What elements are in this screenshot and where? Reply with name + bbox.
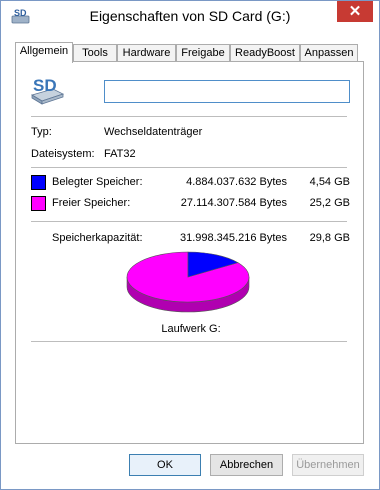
used-space-label: Belegter Speicher: bbox=[52, 176, 143, 188]
tab-readyboost[interactable]: ReadyBoost bbox=[230, 44, 300, 62]
used-space-size: 4,54 GB bbox=[309, 176, 350, 188]
drive-name-field[interactable] bbox=[104, 80, 350, 103]
drive-label: Laufwerk G: bbox=[161, 323, 221, 335]
ok-button[interactable]: OK bbox=[129, 454, 201, 476]
tab-allgemein[interactable]: Allgemein bbox=[15, 42, 73, 63]
filesystem-value: FAT32 bbox=[104, 148, 136, 160]
cancel-button[interactable]: Abbrechen bbox=[210, 454, 283, 476]
apply-button[interactable]: Übernehmen bbox=[292, 454, 364, 476]
title-bar[interactable]: SD Eigenschaften von SD Card (G:) ✕ bbox=[1, 1, 379, 33]
tab-anpassen[interactable]: Anpassen bbox=[300, 44, 358, 62]
capacity-size: 29,8 GB bbox=[309, 232, 350, 244]
separator bbox=[31, 221, 347, 222]
free-space-size: 25,2 GB bbox=[309, 197, 350, 209]
free-space-bytes: 27.114.307.584 Bytes bbox=[180, 197, 287, 209]
used-space-bytes: 4.884.037.632 Bytes bbox=[186, 176, 287, 188]
sd-drive-icon: SD bbox=[31, 76, 65, 105]
free-space-swatch bbox=[31, 196, 46, 211]
type-label: Typ: bbox=[31, 126, 52, 138]
disk-usage-pie bbox=[126, 251, 250, 313]
filesystem-label: Dateisystem: bbox=[31, 148, 95, 160]
properties-window: SD Eigenschaften von SD Card (G:) ✕ Allg… bbox=[0, 0, 380, 490]
close-button[interactable]: ✕ bbox=[337, 1, 373, 22]
separator bbox=[31, 116, 347, 117]
used-space-swatch bbox=[31, 175, 46, 190]
separator bbox=[31, 341, 347, 342]
free-space-label: Freier Speicher: bbox=[52, 197, 131, 209]
capacity-label: Speicherkapazität: bbox=[52, 232, 143, 244]
window-title: Eigenschaften von SD Card (G:) bbox=[89, 8, 291, 24]
separator bbox=[31, 167, 347, 168]
tab-hardware[interactable]: Hardware bbox=[117, 44, 176, 62]
capacity-bytes: 31.998.345.216 Bytes bbox=[179, 232, 287, 244]
tab-freigabe[interactable]: Freigabe bbox=[176, 44, 230, 62]
type-value: Wechseldatenträger bbox=[104, 126, 203, 138]
tab-tools[interactable]: Tools bbox=[73, 44, 117, 62]
svg-text:SD: SD bbox=[33, 76, 57, 95]
